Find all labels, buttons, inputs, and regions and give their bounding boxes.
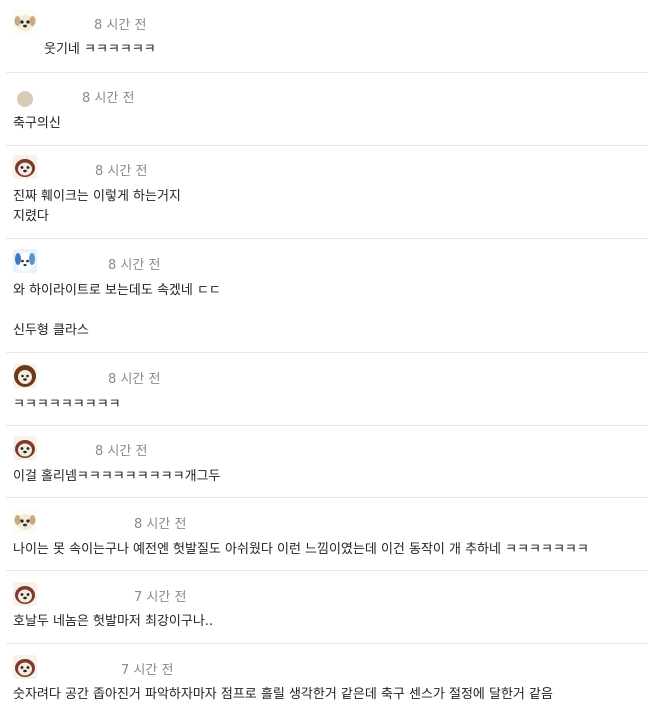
comment-line: 숫자려다 공간 좁아진거 파악하자마자 점프로 흘릴 생각한거 같은데 축구 센… — [13, 687, 553, 702]
comment-body: 와 하이라이트로 보는데도 속겠네 ㄷㄷ 신두형 클라스 — [13, 281, 221, 341]
comment-line: 지렸다 — [13, 209, 49, 224]
comment-line: 진짜 훼이크는 이렇게 하는거지 — [13, 189, 181, 204]
comment-line: 와 하이라이트로 보는데도 속겠네 ㄷㄷ — [13, 283, 221, 298]
comment-line: 이걸 홀리넴ㅋㅋㅋㅋㅋㅋㅋㅋㅋ개그두 — [13, 469, 221, 484]
comment-body: 숫자려다 공간 좁아진거 파악하자마자 점프로 흘릴 생각한거 같은데 축구 센… — [13, 685, 553, 705]
comment-time: 8 시간 전 — [94, 18, 147, 33]
comment-line: 축구의신 — [13, 116, 61, 131]
dog-avatar-icon[interactable] — [13, 436, 37, 460]
dog-avatar-icon[interactable] — [13, 155, 37, 179]
comment-list: 8 시간 전 웃기네 ㅋㅋㅋㅋㅋㅋ 8 시간 전 축구의신 8 시간 전 진짜 … — [0, 0, 648, 717]
comment-time: 8 시간 전 — [108, 372, 161, 387]
comment-item: 8 시간 전 웃기네 ㅋㅋㅋㅋㅋㅋ — [6, 0, 648, 73]
comment-time: 8 시간 전 — [108, 258, 161, 273]
dog-avatar-icon[interactable] — [13, 655, 37, 679]
default-avatar-icon[interactable] — [13, 87, 37, 111]
puppy-avatar-icon[interactable] — [13, 509, 37, 533]
comment-body: 호날두 네놈은 헛발마저 최강이구나.. — [13, 612, 213, 632]
comment-time: 7 시간 전 — [121, 663, 174, 678]
comment-body: 진짜 훼이크는 이렇게 하는거지 지렸다 — [13, 187, 181, 227]
comment-body: 나이는 못 속이는구나 예전엔 헛발질도 아쉬웠다 이런 느낌이였는데 이건 동… — [13, 540, 589, 560]
comment-item: 8 시간 전 나이는 못 속이는구나 예전엔 헛발질도 아쉬웠다 이런 느낌이였… — [6, 498, 648, 571]
comment-line — [13, 301, 221, 321]
comment-item: 8 시간 전 와 하이라이트로 보는데도 속겠네 ㄷㄷ 신두형 클라스 — [6, 239, 648, 353]
comment-item: 8 시간 전 진짜 훼이크는 이렇게 하는거지 지렸다 — [6, 146, 648, 239]
comment-item: 8 시간 전 축구의신 — [6, 73, 648, 146]
comment-body: 이걸 홀리넴ㅋㅋㅋㅋㅋㅋㅋㅋㅋ개그두 — [13, 467, 220, 487]
comment-line: 웃기네 ㅋㅋㅋㅋㅋㅋ — [44, 42, 156, 57]
blue-dog-avatar-icon[interactable] — [13, 249, 37, 273]
comment-time: 7 시간 전 — [134, 590, 187, 605]
comment-body: 축구의신 — [13, 114, 61, 134]
comment-item: 7 시간 전 숫자려다 공간 좁아진거 파악하자마자 점프로 흘릴 생각한거 같… — [6, 644, 648, 717]
comment-item: 8 시간 전 이걸 홀리넴ㅋㅋㅋㅋㅋㅋㅋㅋㅋ개그두 — [6, 426, 648, 498]
comment-item: 8 시간 전 ㅋㅋㅋㅋㅋㅋㅋㅋㅋ — [6, 353, 648, 426]
comment-time: 8 시간 전 — [82, 91, 135, 106]
comment-line: 호날두 네놈은 헛발마저 최강이구나.. — [13, 614, 214, 629]
comment-line: 나이는 못 속이는구나 예전엔 헛발질도 아쉬웠다 이런 느낌이였는데 이건 동… — [13, 542, 589, 557]
comment-time: 8 시간 전 — [95, 444, 148, 459]
comment-item: 7 시간 전 호날두 네놈은 헛발마저 최강이구나.. — [6, 571, 648, 644]
puppy-avatar-icon[interactable] — [13, 10, 37, 34]
comment-time: 8 시간 전 — [95, 164, 148, 179]
comment-line: 신두형 클라스 — [13, 323, 89, 338]
comment-line: ㅋㅋㅋㅋㅋㅋㅋㅋㅋ — [13, 397, 121, 412]
dog-avatar-icon[interactable] — [13, 582, 37, 606]
lion-avatar-icon[interactable] — [13, 364, 37, 388]
comment-body: ㅋㅋㅋㅋㅋㅋㅋㅋㅋ — [13, 395, 121, 415]
comment-body: 웃기네 ㅋㅋㅋㅋㅋㅋ — [44, 40, 156, 60]
comment-time: 8 시간 전 — [134, 517, 187, 532]
